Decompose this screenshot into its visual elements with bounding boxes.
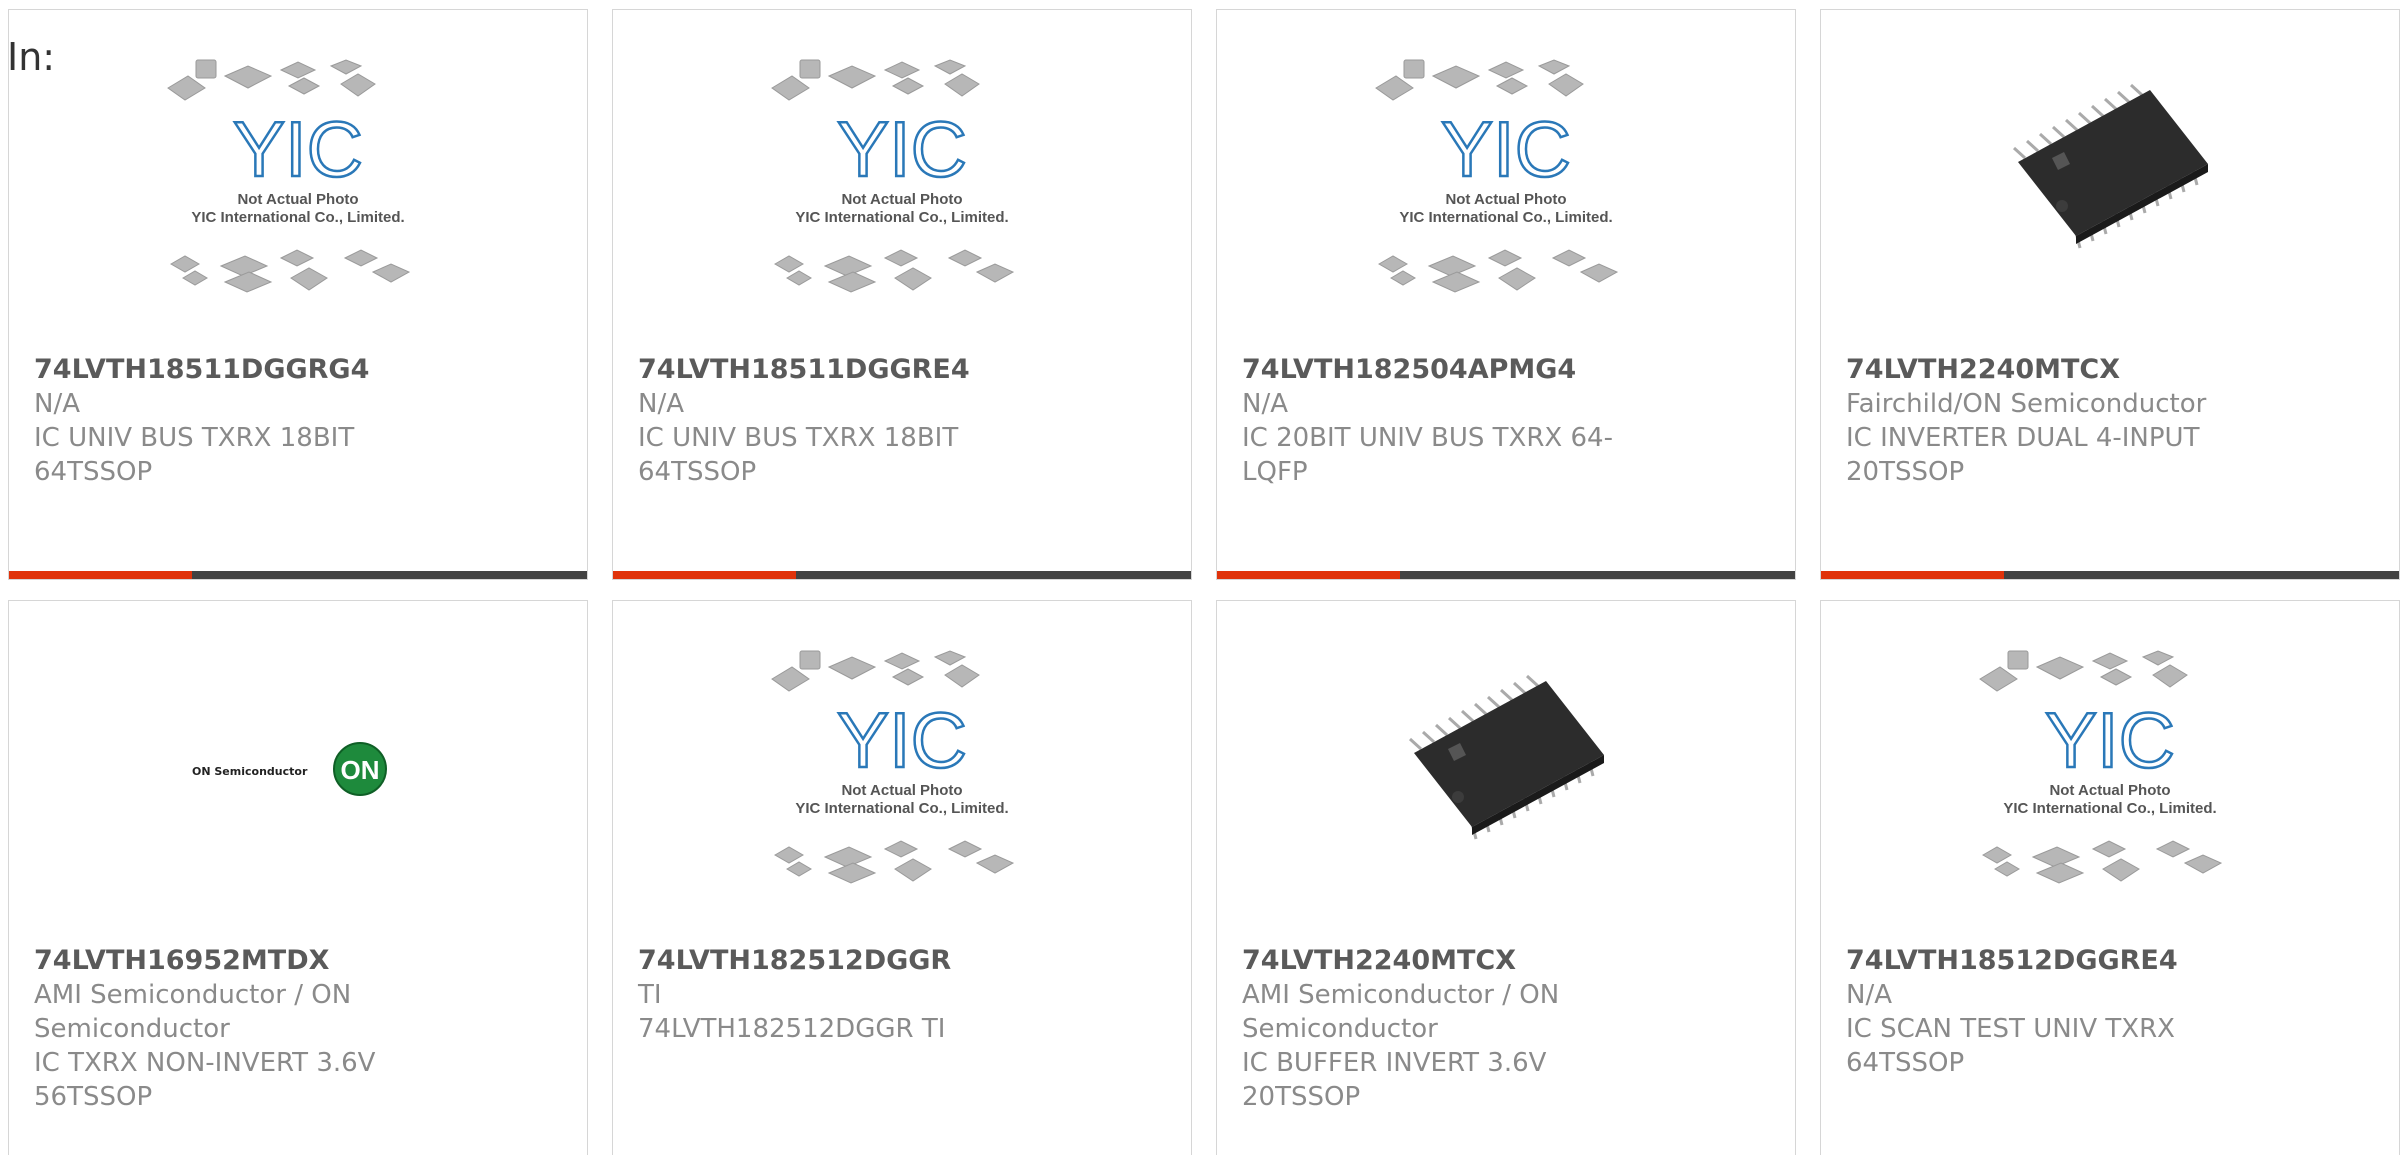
part-number[interactable]: 74LVTH2240MTCX [1242,944,1642,978]
part-number[interactable]: 74LVTH18511DGGRE4 [638,353,1038,387]
part-number[interactable]: 74LVTH18512DGGRE4 [1846,944,2246,978]
product-image[interactable]: ON Semiconductor ON [9,601,587,937]
product-card[interactable]: YIC Not Actual Photo YIC International C… [612,600,1192,1155]
placeholder-caption-1: Not Actual Photo [841,782,962,799]
description-line: 64TSSOP [638,457,757,487]
svg-text:YIC: YIC [233,105,363,193]
product-image[interactable]: YIC Not Actual Photo YIC International C… [613,10,1191,346]
yic-logo-icon: YIC [836,695,969,786]
product-card[interactable]: YIC Not Actual Photo YIC International C… [612,9,1192,580]
product-image[interactable]: YIC Not Actual Photo YIC International C… [9,10,587,346]
product-grid-page: In: YIC Not Actual Photo YIC Internation… [0,0,2400,1155]
card-accent-bar [1821,571,2004,579]
product-info: 74LVTH182504APMG4 N/A IC 20BIT UNIV BUS … [1242,353,1642,489]
placeholder-caption-2: YIC International Co., Limited. [191,209,404,226]
product-card[interactable]: YIC Not Actual Photo YIC International C… [1820,600,2400,1155]
product-info: 74LVTH16952MTDX AMI Semiconductor / ON S… [34,944,434,1114]
part-number[interactable]: 74LVTH18511DGGRG4 [34,353,434,387]
description-line: IC BUFFER INVERT 3.6V [1242,1048,1547,1078]
description-line: IC UNIV BUS TXRX 18BIT [638,423,959,453]
description-line: IC 20BIT UNIV BUS TXRX 64- [1242,423,1613,453]
yic-logo-icon: YIC [1440,104,1573,195]
placeholder-caption-1: Not Actual Photo [237,191,358,208]
svg-text:YIC: YIC [2045,696,2175,784]
manufacturer: N/A [638,389,684,419]
description-line: IC TXRX NON-INVERT 3.6V [34,1048,376,1078]
product-info: 74LVTH2240MTCX Fairchild/ON Semiconducto… [1846,353,2246,489]
svg-text:YIC: YIC [1441,105,1571,193]
yic-logo-icon: YIC [232,104,365,195]
placeholder-caption-1: Not Actual Photo [1445,191,1566,208]
manufacturer: Fairchild/ON Semiconductor [1846,389,2207,419]
manufacturer: N/A [34,389,80,419]
yic-logo-icon: YIC [2044,695,2177,786]
manufacturer: N/A [1242,389,1288,419]
manufacturer: AMI Semiconductor / ON [34,980,352,1010]
description-line: Semiconductor [1242,1014,1438,1044]
svg-text:YIC: YIC [837,105,967,193]
description-line: 64TSSOP [1846,1048,1965,1078]
card-bottom-bar [1217,571,1795,579]
product-image[interactable]: YIC Not Actual Photo YIC International C… [613,601,1191,937]
product-info: 74LVTH18511DGGRE4 N/A IC UNIV BUS TXRX 1… [638,353,1038,489]
on-semi-wordmark: ON Semiconductor [192,765,308,778]
placeholder-caption-2: YIC International Co., Limited. [2003,800,2216,817]
part-number[interactable]: 74LVTH182504APMG4 [1242,353,1642,387]
yic-placeholder-image: YIC Not Actual Photo YIC International C… [771,650,1015,884]
product-image[interactable] [1217,601,1795,937]
in-label: In: [7,35,56,79]
product-card[interactable]: YIC Not Actual Photo YIC International C… [8,9,588,580]
product-info: 74LVTH182512DGGR TI 74LVTH182512DGGR TI [638,944,1038,1046]
description-line: IC UNIV BUS TXRX 18BIT [34,423,355,453]
product-image[interactable] [1821,10,2399,346]
card-accent-bar [1217,571,1400,579]
card-accent-bar [613,571,796,579]
product-info: 74LVTH2240MTCX AMI Semiconductor / ON Se… [1242,944,1642,1114]
tssop-chip-image [2012,83,2208,249]
card-accent-bar [9,571,192,579]
product-card[interactable]: 74LVTH2240MTCX Fairchild/ON Semiconducto… [1820,9,2400,580]
on-semi-logo-image: ON Semiconductor ON [192,742,387,796]
yic-placeholder-image: YIC Not Actual Photo YIC International C… [771,59,1015,293]
manufacturer: N/A [1846,980,1892,1010]
part-number[interactable]: 74LVTH2240MTCX [1846,353,2246,387]
product-card[interactable]: YIC Not Actual Photo YIC International C… [1216,9,1796,580]
on-semi-logo-icon: ON [333,742,387,796]
yic-logo-icon: YIC [836,104,969,195]
manufacturer: AMI Semiconductor / ON [1242,980,1560,1010]
description-line: 64TSSOP [34,457,153,487]
placeholder-caption-1: Not Actual Photo [841,191,962,208]
tssop-chip-image [1408,674,1604,840]
yic-placeholder-image: YIC Not Actual Photo YIC International C… [167,59,411,293]
description-line: 20TSSOP [1242,1082,1361,1112]
yic-placeholder-image: YIC Not Actual Photo YIC International C… [1375,59,1619,293]
placeholder-caption-1: Not Actual Photo [2049,782,2170,799]
product-info: 74LVTH18512DGGRE4 N/A IC SCAN TEST UNIV … [1846,944,2246,1080]
description-line: Semiconductor [34,1014,230,1044]
svg-text:ON: ON [341,755,380,785]
card-bottom-bar [1821,571,2399,579]
description-line: IC SCAN TEST UNIV TXRX [1846,1014,2175,1044]
description-line: LQFP [1242,457,1308,487]
product-card[interactable]: 74LVTH2240MTCX AMI Semiconductor / ON Se… [1216,600,1796,1155]
description-line: 56TSSOP [34,1082,153,1112]
placeholder-caption-2: YIC International Co., Limited. [1399,209,1612,226]
placeholder-caption-2: YIC International Co., Limited. [795,209,1008,226]
yic-placeholder-image: YIC Not Actual Photo YIC International C… [1979,650,2223,884]
description-line: 20TSSOP [1846,457,1965,487]
svg-text:YIC: YIC [837,696,967,784]
description-line: IC INVERTER DUAL 4-INPUT [1846,423,2200,453]
product-grid: YIC Not Actual Photo YIC International C… [8,9,2400,1155]
card-bottom-bar [9,571,587,579]
part-number[interactable]: 74LVTH16952MTDX [34,944,434,978]
product-info: 74LVTH18511DGGRG4 N/A IC UNIV BUS TXRX 1… [34,353,434,489]
product-image[interactable]: YIC Not Actual Photo YIC International C… [1821,601,2399,937]
product-card[interactable]: ON Semiconductor ON 74LVTH16952MTDX AMI … [8,600,588,1155]
card-bottom-bar [613,571,1191,579]
placeholder-caption-2: YIC International Co., Limited. [795,800,1008,817]
part-number[interactable]: 74LVTH182512DGGR [638,944,1038,978]
manufacturer: TI [638,980,662,1010]
product-image[interactable]: YIC Not Actual Photo YIC International C… [1217,10,1795,346]
description-line: 74LVTH182512DGGR TI [638,1014,946,1044]
